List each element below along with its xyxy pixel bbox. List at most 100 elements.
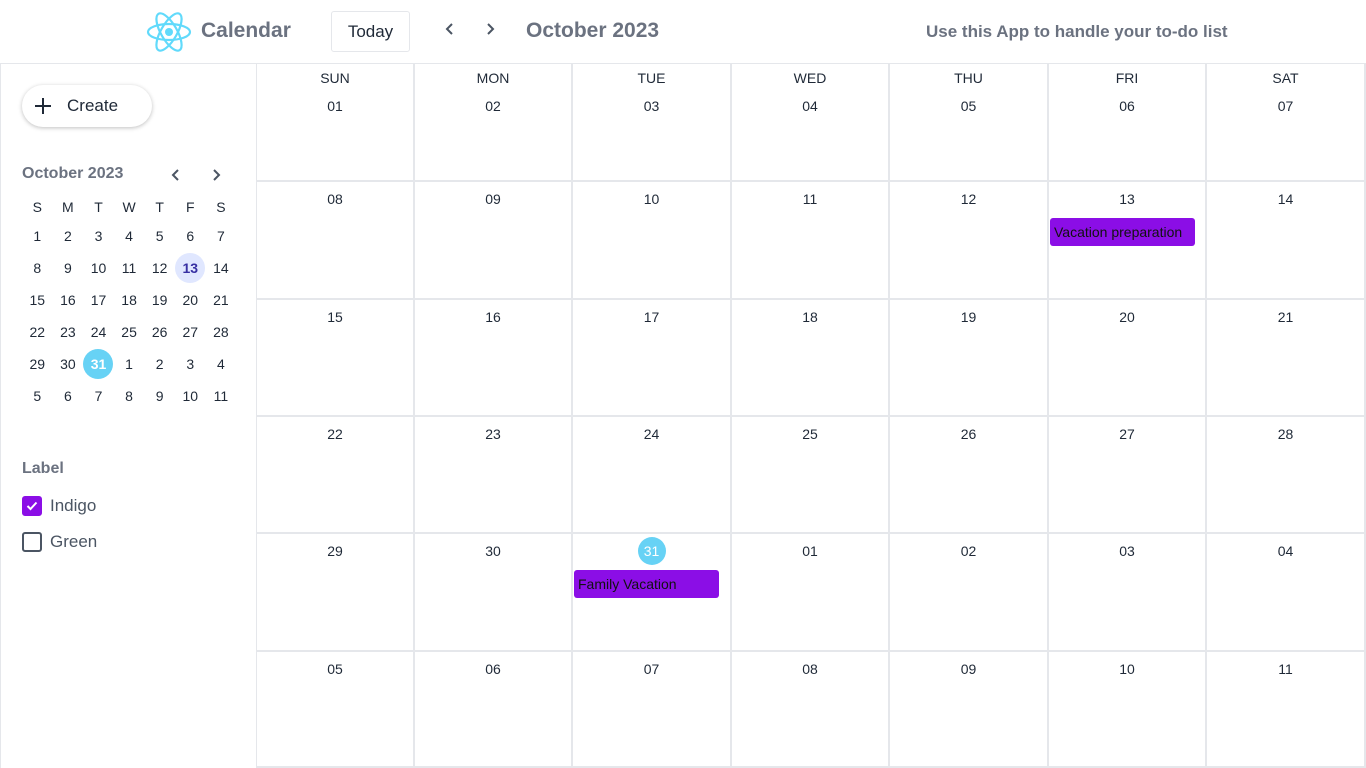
mini-day-cell[interactable]: 6 [53, 380, 84, 412]
mini-day-number: 5 [155, 228, 164, 244]
mini-day-cell[interactable]: 28 [206, 316, 237, 348]
mini-day-cell[interactable]: 2 [53, 220, 84, 252]
mini-day-cell[interactable]: 27 [175, 316, 206, 348]
mini-day-cell[interactable]: 3 [83, 220, 114, 252]
mini-day-number: 22 [29, 324, 46, 340]
mini-day-cell[interactable]: 6 [175, 220, 206, 252]
day-cell[interactable]: 24 [573, 416, 732, 534]
day-cell[interactable]: 14 [1207, 181, 1366, 300]
day-cell[interactable]: 09 [415, 181, 573, 300]
day-cell[interactable]: 05 [257, 651, 415, 768]
day-cell[interactable]: 03 [1049, 533, 1207, 652]
day-cell[interactable]: 07 [573, 651, 732, 768]
day-cell[interactable]: 22 [257, 416, 415, 534]
mini-day-cell[interactable]: 25 [114, 316, 145, 348]
day-cell[interactable]: 21 [1207, 299, 1366, 417]
mini-day-cell[interactable]: 23 [53, 316, 84, 348]
mini-previous-month-button[interactable] [166, 165, 186, 185]
day-cell[interactable]: 13 Vacation preparation [1049, 181, 1207, 300]
mini-day-cell[interactable]: 10 [175, 380, 206, 412]
mini-day-cell[interactable]: 17 [83, 284, 114, 316]
day-cell[interactable]: 10 [573, 181, 732, 300]
create-event-button[interactable]: Create [22, 85, 152, 127]
mini-day-cell[interactable]: 22 [22, 316, 53, 348]
day-cell[interactable]: 06 [415, 651, 573, 768]
mini-day-cell[interactable]: 13 [175, 252, 206, 284]
label-checkbox-checked[interactable] [22, 496, 42, 516]
mini-day-cell[interactable]: 19 [144, 284, 175, 316]
mini-day-cell[interactable]: 21 [206, 284, 237, 316]
mini-day-cell[interactable]: 7 [83, 380, 114, 412]
day-cell[interactable]: 23 [415, 416, 573, 534]
day-cell[interactable]: 25 [732, 416, 890, 534]
day-cell[interactable]: 27 [1049, 416, 1207, 534]
mini-day-cell[interactable]: 15 [22, 284, 53, 316]
calendar-event[interactable]: Vacation preparation [1050, 218, 1195, 246]
day-cell[interactable]: 17 [573, 299, 732, 417]
day-cell[interactable]: 29 [257, 533, 415, 652]
calendar-event[interactable]: Family Vacation [574, 570, 719, 598]
day-cell[interactable]: 08 [257, 181, 415, 300]
day-cell[interactable]: 12 [890, 181, 1049, 300]
mini-day-cell[interactable]: 1 [114, 348, 145, 380]
day-cell[interactable]: 16 [415, 299, 573, 417]
day-number-text: 27 [1119, 426, 1135, 442]
day-cell[interactable]: WED 04 [732, 64, 890, 182]
label-checkbox-unchecked[interactable] [22, 532, 42, 552]
mini-day-cell[interactable]: 18 [114, 284, 145, 316]
mini-day-cell[interactable]: 4 [206, 348, 237, 380]
day-cell[interactable]: 10 [1049, 651, 1207, 768]
day-cell[interactable]: SAT 07 [1207, 64, 1366, 182]
today-button[interactable]: Today [331, 11, 410, 52]
day-cell[interactable]: 19 [890, 299, 1049, 417]
mini-day-cell[interactable]: 20 [175, 284, 206, 316]
mini-day-cell[interactable]: 24 [83, 316, 114, 348]
mini-day-cell[interactable]: 29 [22, 348, 53, 380]
mini-day-cell[interactable]: 5 [144, 220, 175, 252]
mini-day-cell[interactable]: 11 [206, 380, 237, 412]
day-cell[interactable]: SUN 01 [257, 64, 415, 182]
mini-day-cell[interactable]: 2 [144, 348, 175, 380]
day-cell[interactable]: TUE 03 [573, 64, 732, 182]
day-cell[interactable]: 18 [732, 299, 890, 417]
day-cell[interactable]: 08 [732, 651, 890, 768]
mini-day-cell[interactable]: 30 [53, 348, 84, 380]
day-cell[interactable]: 11 [1207, 651, 1366, 768]
mini-day-cell[interactable]: 11 [114, 252, 145, 284]
mini-day-cell[interactable]: 5 [22, 380, 53, 412]
mini-day-number: 4 [216, 356, 225, 372]
day-cell[interactable]: 31 Family Vacation [573, 533, 732, 652]
day-cell[interactable]: 15 [257, 299, 415, 417]
mini-day-cell[interactable]: 14 [206, 252, 237, 284]
mini-day-cell[interactable]: 1 [22, 220, 53, 252]
mini-next-month-button[interactable] [206, 165, 226, 185]
mini-day-cell[interactable]: 16 [53, 284, 84, 316]
day-cell[interactable]: 01 [732, 533, 890, 652]
day-cell[interactable]: 26 [890, 416, 1049, 534]
mini-day-cell[interactable]: 26 [144, 316, 175, 348]
mini-day-cell[interactable]: 9 [53, 252, 84, 284]
day-cell[interactable]: FRI 06 [1049, 64, 1207, 182]
mini-day-cell[interactable]: 10 [83, 252, 114, 284]
day-cell[interactable]: 20 [1049, 299, 1207, 417]
previous-month-button[interactable] [437, 16, 463, 42]
label-indigo[interactable]: Indigo [22, 496, 96, 516]
mini-day-cell[interactable]: 4 [114, 220, 145, 252]
day-cell[interactable]: 30 [415, 533, 573, 652]
day-cell[interactable]: MON 02 [415, 64, 573, 182]
mini-day-cell[interactable]: 7 [206, 220, 237, 252]
mini-day-cell[interactable]: 31 [83, 348, 114, 380]
label-green[interactable]: Green [22, 532, 97, 552]
day-cell[interactable]: 02 [890, 533, 1049, 652]
day-cell[interactable]: 04 [1207, 533, 1366, 652]
day-cell[interactable]: 11 [732, 181, 890, 300]
next-month-button[interactable] [477, 16, 503, 42]
mini-day-cell[interactable]: 12 [144, 252, 175, 284]
mini-day-cell[interactable]: 9 [144, 380, 175, 412]
mini-day-cell[interactable]: 3 [175, 348, 206, 380]
day-cell[interactable]: 28 [1207, 416, 1366, 534]
day-cell[interactable]: THU 05 [890, 64, 1049, 182]
mini-day-cell[interactable]: 8 [22, 252, 53, 284]
mini-day-cell[interactable]: 8 [114, 380, 145, 412]
day-cell[interactable]: 09 [890, 651, 1049, 768]
